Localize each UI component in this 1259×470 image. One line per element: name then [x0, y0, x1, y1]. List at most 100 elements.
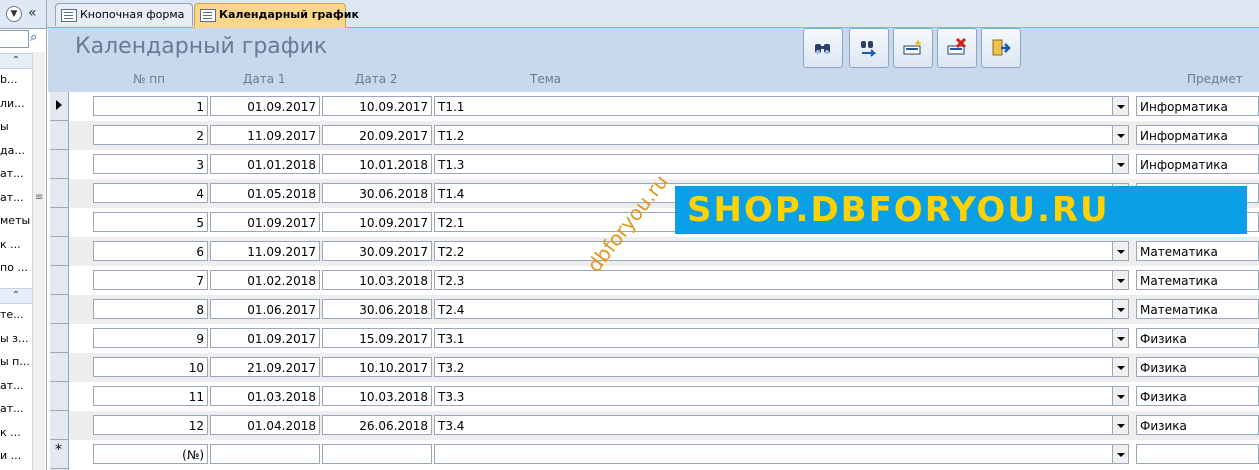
record-selector[interactable]: [50, 382, 68, 411]
date2-field[interactable]: 20.09.2017: [322, 125, 432, 145]
nav-object-item[interactable]: ат...: [0, 401, 32, 417]
exit-button[interactable]: [981, 28, 1021, 68]
topic-combo[interactable]: Т1.3: [434, 154, 1129, 174]
date1-field[interactable]: 01.09.2017: [210, 328, 320, 348]
nav-object-item[interactable]: ат...: [0, 166, 32, 182]
subject-field[interactable]: Математика: [1136, 241, 1259, 261]
nav-group-header[interactable]: ⌃: [0, 53, 32, 69]
num-field[interactable]: 4: [93, 183, 208, 203]
date1-field[interactable]: 21.09.2017: [210, 357, 320, 377]
nav-object-item[interactable]: ли...: [0, 96, 32, 112]
topic-combo[interactable]: Т3.1: [434, 328, 1129, 348]
num-field[interactable]: 10: [93, 357, 208, 377]
topic-combo[interactable]: Т3.3: [434, 386, 1129, 406]
record-selector[interactable]: [50, 179, 68, 208]
record-selector[interactable]: [50, 237, 68, 266]
record-selector[interactable]: [50, 266, 68, 295]
record-selector[interactable]: *: [50, 440, 68, 469]
subject-field[interactable]: Математика: [1136, 299, 1259, 319]
date2-field[interactable]: 10.03.2018: [322, 270, 432, 290]
find-button[interactable]: [803, 28, 843, 68]
num-field[interactable]: 9: [93, 328, 208, 348]
nav-object-item[interactable]: ат...: [0, 190, 32, 206]
date2-field[interactable]: 26.06.2018: [322, 415, 432, 435]
date2-field[interactable]: 15.09.2017: [322, 328, 432, 348]
topic-combo[interactable]: Т2.3: [434, 270, 1129, 290]
num-field[interactable]: 3: [93, 154, 208, 174]
nav-dropdown-button[interactable]: ▼: [6, 6, 22, 22]
topic-dropdown-button[interactable]: [1112, 270, 1129, 290]
date1-field[interactable]: 11.09.2017: [210, 125, 320, 145]
date1-field[interactable]: 01.03.2018: [210, 386, 320, 406]
tab-switchboard[interactable]: Кнопочная форма: [55, 3, 193, 26]
nav-scrollbar[interactable]: ≡: [32, 52, 45, 470]
topic-combo[interactable]: Т3.2: [434, 357, 1129, 377]
nav-object-item[interactable]: b...: [0, 72, 32, 88]
num-field[interactable]: 6: [93, 241, 208, 261]
topic-dropdown-button[interactable]: [1112, 154, 1129, 174]
nav-object-item[interactable]: ы з...: [0, 331, 32, 347]
num-field[interactable]: 1: [93, 96, 208, 116]
num-field[interactable]: 7: [93, 270, 208, 290]
date1-field[interactable]: 01.06.2017: [210, 299, 320, 319]
date1-field[interactable]: [210, 444, 320, 464]
topic-dropdown-button[interactable]: [1112, 241, 1129, 261]
date1-field[interactable]: 01.09.2017: [210, 96, 320, 116]
record-selector[interactable]: [50, 324, 68, 353]
date1-field[interactable]: 01.04.2018: [210, 415, 320, 435]
replace-button[interactable]: [849, 28, 889, 68]
subject-field[interactable]: Информатика: [1136, 96, 1259, 116]
topic-dropdown-button[interactable]: [1112, 299, 1129, 319]
date2-field[interactable]: 10.09.2017: [322, 212, 432, 232]
subject-field[interactable]: Физика: [1136, 357, 1259, 377]
topic-dropdown-button[interactable]: [1112, 328, 1129, 348]
topic-combo[interactable]: Т2.4: [434, 299, 1129, 319]
nav-object-item[interactable]: к ...: [0, 237, 32, 253]
num-field[interactable]: 11: [93, 386, 208, 406]
num-field[interactable]: 2: [93, 125, 208, 145]
date1-field[interactable]: 01.05.2018: [210, 183, 320, 203]
nav-search-input[interactable]: [0, 30, 29, 48]
record-selector[interactable]: [50, 121, 68, 150]
date2-field[interactable]: 30.09.2017: [322, 241, 432, 261]
nav-object-item[interactable]: да...: [0, 143, 32, 159]
nav-object-item[interactable]: ы п...: [0, 354, 32, 370]
nav-object-item[interactable]: к ...: [0, 425, 32, 441]
date2-field[interactable]: 30.06.2018: [322, 183, 432, 203]
date2-field[interactable]: 10.03.2018: [322, 386, 432, 406]
record-selector[interactable]: [50, 295, 68, 324]
nav-object-item[interactable]: ы: [0, 119, 32, 135]
nav-collapse-button[interactable]: «: [28, 4, 37, 22]
nav-object-item[interactable]: ат...: [0, 378, 32, 394]
search-icon[interactable]: ⌕: [30, 30, 37, 46]
topic-dropdown-button[interactable]: [1112, 125, 1129, 145]
date1-field[interactable]: 01.09.2017: [210, 212, 320, 232]
subject-field[interactable]: Физика: [1136, 328, 1259, 348]
num-field[interactable]: 12: [93, 415, 208, 435]
record-selector[interactable]: [50, 411, 68, 440]
subject-field[interactable]: Математика: [1136, 270, 1259, 290]
topic-combo[interactable]: [434, 444, 1129, 464]
date1-field[interactable]: 01.02.2018: [210, 270, 320, 290]
topic-combo[interactable]: Т2.2: [434, 241, 1129, 261]
date2-field[interactable]: 10.09.2017: [322, 96, 432, 116]
date1-field[interactable]: 01.01.2018: [210, 154, 320, 174]
subject-field[interactable]: [1136, 444, 1259, 464]
topic-dropdown-button[interactable]: [1112, 357, 1129, 377]
topic-dropdown-button[interactable]: [1112, 96, 1129, 116]
num-field[interactable]: 5: [93, 212, 208, 232]
nav-object-item[interactable]: меты: [0, 213, 32, 229]
subject-field[interactable]: Информатика: [1136, 125, 1259, 145]
delete-record-button[interactable]: [937, 28, 977, 68]
record-selector[interactable]: [50, 208, 68, 237]
date2-field[interactable]: [322, 444, 432, 464]
date2-field[interactable]: 10.01.2018: [322, 154, 432, 174]
nav-object-item[interactable]: и ...: [0, 448, 32, 464]
date2-field[interactable]: 10.10.2017: [322, 357, 432, 377]
record-selector[interactable]: [50, 353, 68, 382]
new-record-button[interactable]: [893, 28, 933, 68]
record-selector[interactable]: [50, 150, 68, 179]
topic-combo[interactable]: Т3.4: [434, 415, 1129, 435]
num-field[interactable]: 8: [93, 299, 208, 319]
topic-combo[interactable]: Т1.2: [434, 125, 1129, 145]
